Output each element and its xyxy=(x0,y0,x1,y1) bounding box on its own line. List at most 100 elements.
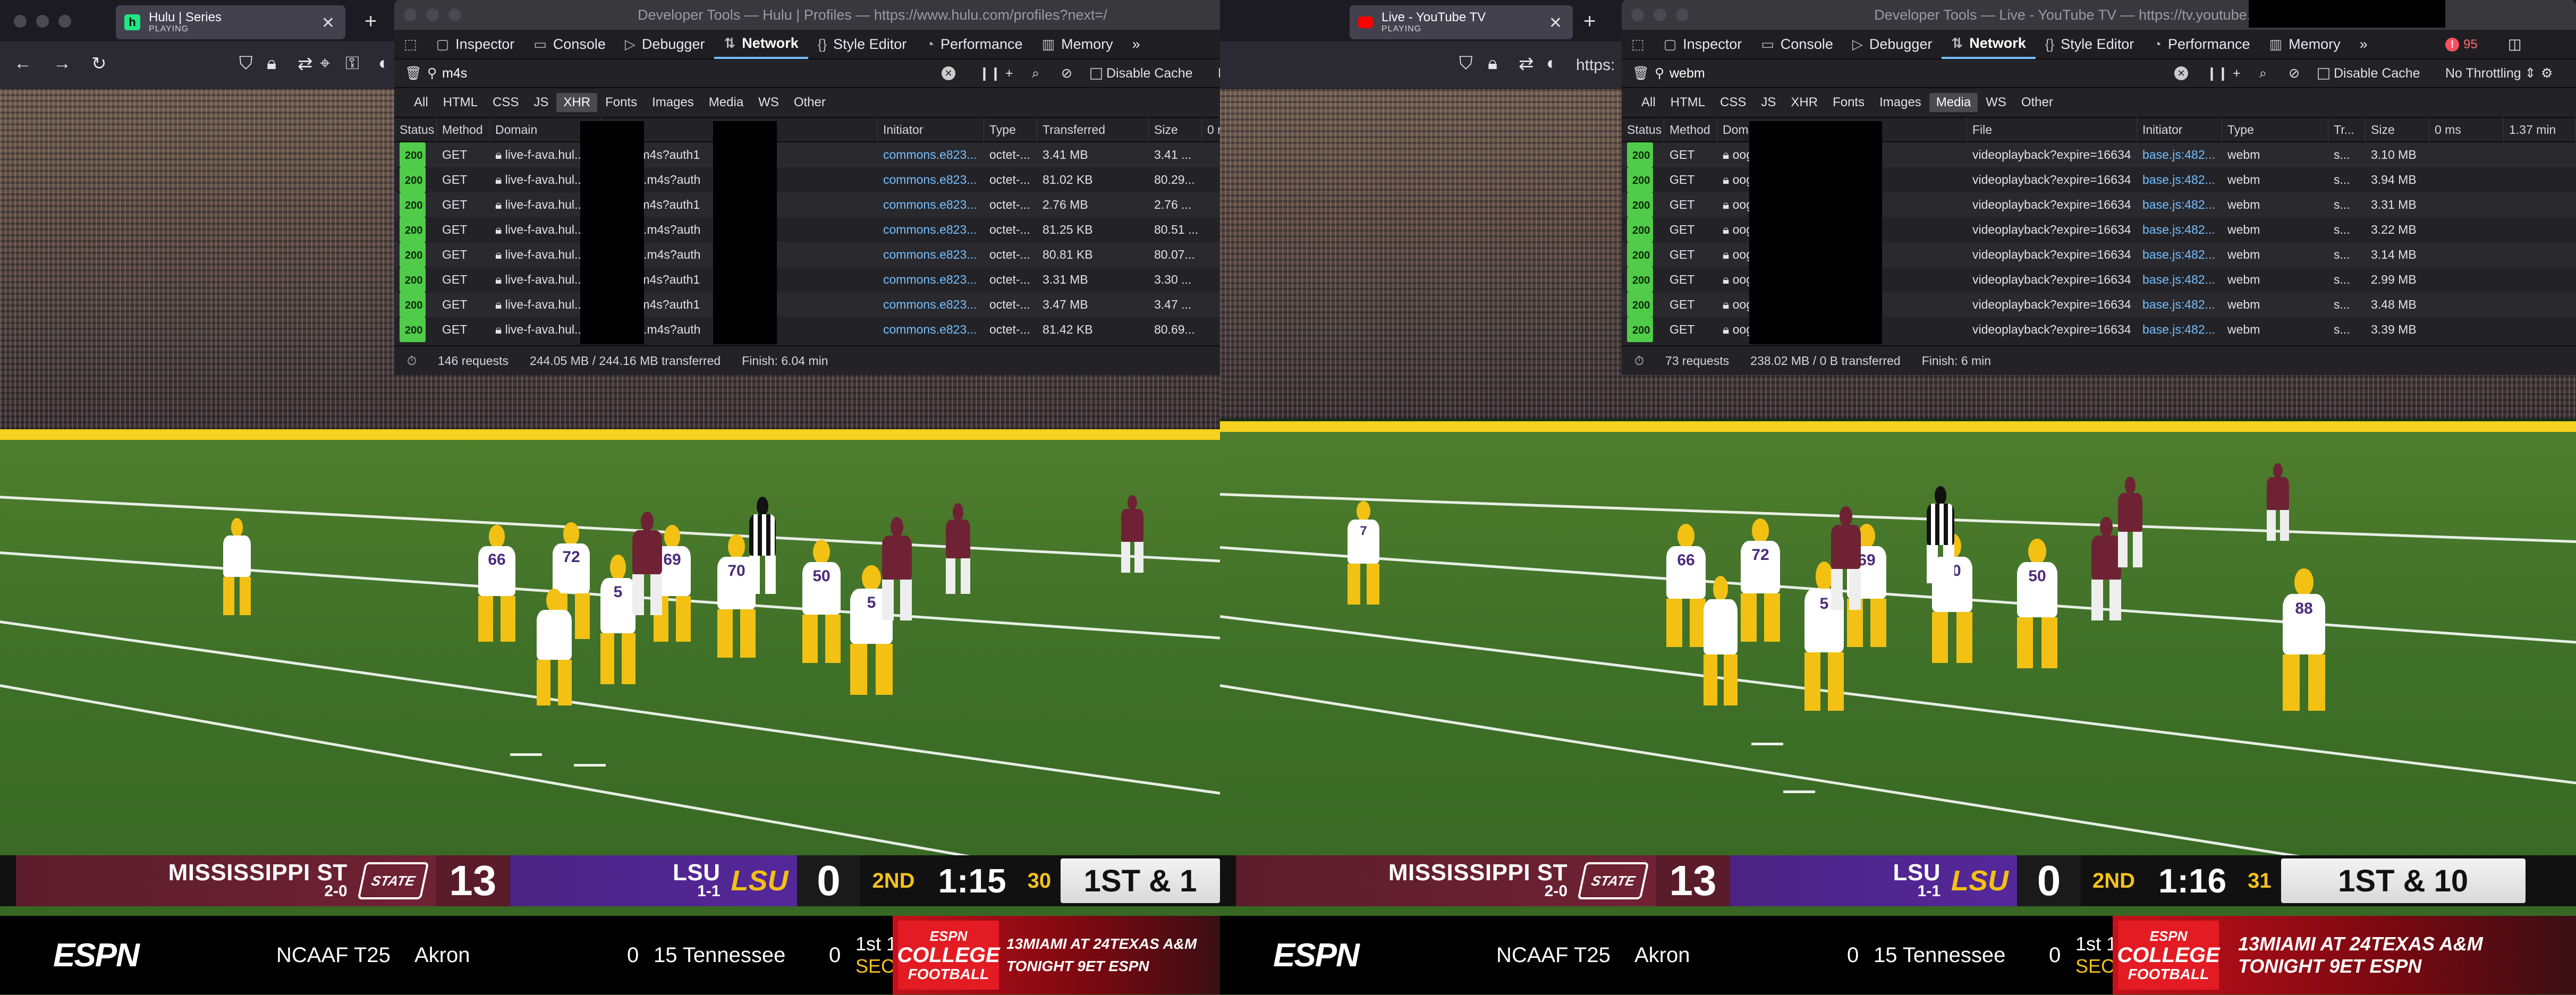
lock-icon[interactable]: 🔒︎ xyxy=(267,53,276,74)
forward-icon[interactable]: → xyxy=(53,53,71,74)
column-header[interactable]: Method xyxy=(437,117,490,142)
column-header[interactable]: Size xyxy=(1149,117,1202,142)
column-header[interactable]: Type xyxy=(984,117,1037,142)
tab-console[interactable]: ▭ Console xyxy=(524,29,615,59)
disable-cache-checkbox[interactable]: Disable Cache xyxy=(2318,66,2420,81)
column-header[interactable]: Tr... xyxy=(2328,117,2366,142)
column-header[interactable]: 0 ms xyxy=(2429,117,2504,142)
filter-type-xhr[interactable]: XHR xyxy=(556,93,598,112)
filter-urls-input[interactable]: m4s xyxy=(442,66,467,81)
request-row[interactable]: 200 GET 🔒︎ live-f-ava.hul... video.m4s?auth… xyxy=(394,292,1351,317)
filter-type-ws[interactable]: WS xyxy=(751,93,786,112)
new-tab-button[interactable]: + xyxy=(365,10,377,33)
column-header[interactable]: 1.37 min xyxy=(2504,117,2576,142)
request-row[interactable]: 200 GET 🔒︎ live-f-ava.hul... _audio.m4s?aut… xyxy=(394,317,1351,342)
shield-icon[interactable]: ⛉ xyxy=(239,53,253,74)
url-bar-fragment[interactable]: https: xyxy=(1576,56,1615,74)
location-icon[interactable]: ⌖ xyxy=(320,53,330,74)
cell-initiator[interactable]: commons.e823... xyxy=(878,292,984,317)
extension-icon[interactable]: ◐ xyxy=(1546,53,1557,74)
error-count-badge[interactable]: ! 95 xyxy=(2445,37,2478,52)
request-row[interactable]: 200 GET 🔒︎ live-f-ava.hul... _audio.m4s?aut… xyxy=(394,242,1351,267)
cell-initiator[interactable]: commons.e823... xyxy=(878,242,984,267)
pause-icon[interactable]: ❙❙ xyxy=(979,65,1001,81)
tab-inspector[interactable]: ▢ Inspector xyxy=(1654,29,1752,59)
request-row[interactable]: 200 GET 🔒︎ live-f-ava.hul... _audio.m4s?aut… xyxy=(394,217,1351,242)
close-tab-icon[interactable]: ✕ xyxy=(1549,14,1562,32)
column-header[interactable]: Initiator xyxy=(878,117,984,142)
new-tab-button[interactable]: + xyxy=(1583,10,1596,33)
filter-type-css[interactable]: CSS xyxy=(1713,93,1753,112)
cell-initiator[interactable]: base.js:482... xyxy=(2137,192,2222,217)
devtools-window-controls[interactable] xyxy=(1631,8,1689,21)
filter-type-images[interactable]: Images xyxy=(645,93,701,112)
tab-performance[interactable]: ◔ Performance xyxy=(2143,29,2259,59)
filter-type-media[interactable]: Media xyxy=(702,93,750,112)
dock-icon[interactable]: ◫ xyxy=(2498,29,2531,59)
tab-style-editor[interactable]: {} Style Editor xyxy=(808,29,916,59)
filter-type-other[interactable]: Other xyxy=(2014,93,2060,112)
tab-memory[interactable]: ▥ Memory xyxy=(2260,29,2350,59)
request-row[interactable]: 200 GET 🔒︎ live-f-ava.hul... _audio.m4s?aut… xyxy=(394,167,1351,192)
throttling-select[interactable]: No Throttling ⇕ xyxy=(2445,65,2536,81)
back-icon[interactable]: ← xyxy=(14,53,32,74)
search-icon[interactable]: ⌕ xyxy=(2259,66,2267,81)
cell-initiator[interactable]: base.js:482... xyxy=(2137,242,2222,267)
request-row[interactable]: 200 GET 🔒︎ live-f-ava.hul... video.m4s?auth… xyxy=(394,192,1351,217)
filter-type-media[interactable]: Media xyxy=(1929,93,1978,112)
tab-debugger[interactable]: ▷ Debugger xyxy=(615,29,715,59)
browser-tab-youtube-tv[interactable]: Live - YouTube TV PLAYING ✕ xyxy=(1350,5,1573,39)
shield-icon[interactable]: ⛉ xyxy=(1459,53,1473,74)
window-controls[interactable] xyxy=(14,15,71,28)
cell-initiator[interactable]: base.js:482... xyxy=(2137,167,2222,192)
clear-filter-icon[interactable]: ✕ xyxy=(2174,66,2188,80)
search-icon[interactable]: ⌕ xyxy=(1032,66,1039,81)
filter-type-images[interactable]: Images xyxy=(1872,93,1928,112)
block-icon[interactable]: ⊘ xyxy=(2289,65,2300,81)
filter-type-all[interactable]: All xyxy=(407,93,435,112)
settings-gear-icon[interactable]: ⚙ xyxy=(2541,65,2553,81)
cell-initiator[interactable]: base.js:482... xyxy=(2137,317,2222,342)
filter-type-all[interactable]: All xyxy=(1634,93,1663,112)
tab-memory[interactable]: ▥ Memory xyxy=(1032,29,1123,59)
permissions-icon[interactable]: ⇄ xyxy=(1519,53,1534,74)
request-row[interactable]: 200 GET 🔒︎ live-f-ava.hul... video.m4s?auth… xyxy=(394,142,1351,167)
column-header[interactable]: File xyxy=(1967,117,2137,142)
clear-log-icon[interactable]: 🗑︎ xyxy=(1632,66,1649,81)
column-header[interactable]: Transferred xyxy=(1037,117,1149,142)
cell-initiator[interactable]: base.js:482... xyxy=(2137,292,2222,317)
cell-initiator[interactable]: commons.e823... xyxy=(878,142,984,167)
key-icon[interactable]: ⚿ xyxy=(345,53,359,74)
cell-initiator[interactable]: base.js:482... xyxy=(2137,217,2222,242)
column-header[interactable]: Status xyxy=(1622,117,1664,142)
cell-initiator[interactable]: commons.e823... xyxy=(878,267,984,292)
tab-inspector[interactable]: ▢ Inspector xyxy=(427,29,524,59)
tab-network[interactable]: ⇅ Network xyxy=(714,29,808,59)
column-header[interactable]: Initiator xyxy=(2137,117,2222,142)
add-icon[interactable]: + xyxy=(1005,66,1013,81)
tab-network[interactable]: ⇅ Network xyxy=(1942,29,2036,59)
filter-type-ws[interactable]: WS xyxy=(1979,93,2013,112)
browser-tab-hulu[interactable]: h Hulu | Series PLAYING ✕ xyxy=(116,5,345,39)
more-tabs-icon[interactable]: » xyxy=(1123,29,1150,59)
pick-element-icon[interactable]: ⬚ xyxy=(1622,29,1654,59)
filter-type-fonts[interactable]: Fonts xyxy=(598,93,644,112)
filter-type-js[interactable]: JS xyxy=(1754,93,1783,112)
close-tab-icon[interactable]: ✕ xyxy=(321,14,335,32)
cell-initiator[interactable]: commons.e823... xyxy=(878,317,984,342)
filter-type-css[interactable]: CSS xyxy=(486,93,526,112)
cell-initiator[interactable]: commons.e823... xyxy=(878,217,984,242)
cell-initiator[interactable]: commons.e823... xyxy=(878,192,984,217)
column-header[interactable]: Type xyxy=(2222,117,2328,142)
filter-type-html[interactable]: HTML xyxy=(1664,93,1712,112)
cell-initiator[interactable]: commons.e823... xyxy=(878,167,984,192)
cell-initiator[interactable]: base.js:482... xyxy=(2137,267,2222,292)
tab-debugger[interactable]: ▷ Debugger xyxy=(1843,29,1942,59)
extension-icon[interactable]: ◐ xyxy=(378,53,389,74)
filter-type-other[interactable]: Other xyxy=(787,93,833,112)
add-icon[interactable]: + xyxy=(2233,66,2241,81)
pick-element-icon[interactable]: ⬚ xyxy=(394,29,427,59)
request-row[interactable]: 200 GET 🔒︎ live-f-ava.hul... video.m4s?auth… xyxy=(394,267,1351,292)
tab-style-editor[interactable]: {} Style Editor xyxy=(2036,29,2143,59)
block-icon[interactable]: ⊘ xyxy=(1061,65,1072,81)
